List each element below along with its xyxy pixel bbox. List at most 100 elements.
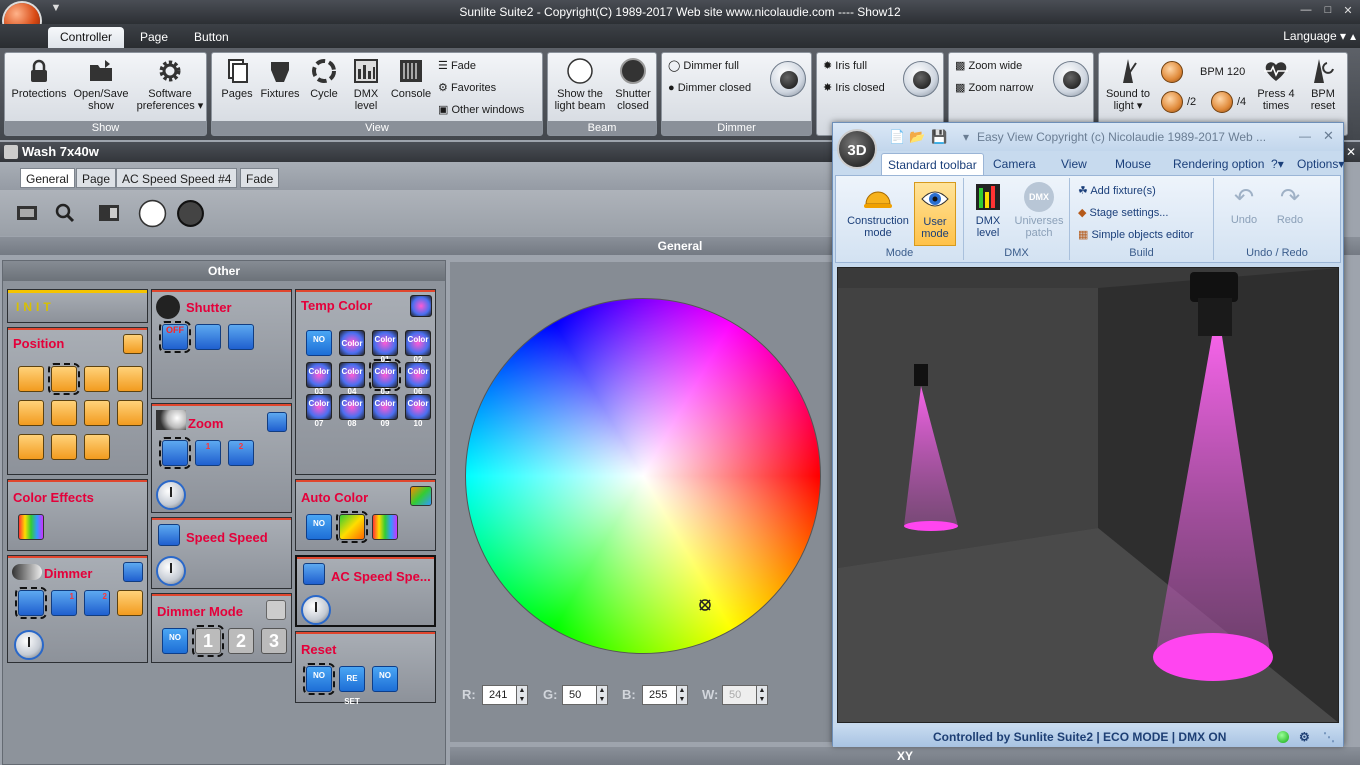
dimmer-mode-nofunc-icon[interactable]: NO (162, 628, 188, 654)
iris-closed-button[interactable]: ✸ Iris closed (823, 79, 885, 97)
color-07-icon[interactable]: Color 07 (306, 394, 332, 428)
color-02-icon[interactable]: Color 02 (405, 330, 431, 364)
universes-patch-button[interactable]: DMX Universes patch (1010, 182, 1068, 239)
bpm-reset-button[interactable]: BPM reset (1301, 57, 1345, 112)
color-04-icon[interactable]: Color 04 (339, 362, 365, 396)
close-icon[interactable]: ✕ (1338, 4, 1358, 17)
temp-color-nofunc-icon[interactable]: NO (306, 330, 332, 356)
pos-eight-icon[interactable] (51, 400, 77, 426)
language-menu[interactable]: Language ▾ (1283, 29, 1346, 43)
zoom-knob[interactable] (1053, 61, 1089, 97)
ev-qat-dropdown-icon[interactable]: ▾ (963, 130, 969, 144)
color-09-icon[interactable]: Color 09 (372, 394, 398, 428)
shutter-closed-button[interactable]: Shutter closed (610, 57, 656, 112)
dimmer-mode-2-icon[interactable]: 2 (228, 628, 254, 654)
ev-new-icon[interactable]: 📄 (889, 129, 905, 145)
position-move-icon[interactable] (123, 334, 143, 354)
ev-open-icon[interactable]: 📂 (909, 129, 925, 145)
pages-button[interactable]: Pages (216, 57, 258, 100)
pos-arrows-icon[interactable] (117, 400, 143, 426)
dimmer-preset-2-icon[interactable]: 2 (84, 590, 110, 616)
tab-fade[interactable]: Fade (240, 168, 280, 188)
dimmer-knob[interactable] (770, 61, 806, 97)
color-03-icon[interactable]: Color 03 (306, 362, 332, 396)
tab-controller[interactable]: Controller (48, 27, 125, 48)
close-beam-icon[interactable] (176, 199, 205, 228)
reset-nofunc-2-icon[interactable]: NO (372, 666, 398, 692)
ev-tab-help[interactable]: ?▾ (1265, 153, 1290, 175)
bpm-tap-button[interactable] (1161, 61, 1183, 83)
layout-icon[interactable] (96, 200, 122, 226)
reset-icon[interactable]: RE SET (339, 666, 365, 706)
ac-speed-dial[interactable] (301, 595, 331, 625)
auto-color-nofunc-icon[interactable]: NO (306, 514, 332, 540)
ev-dmx-level-button[interactable]: DMX level (968, 182, 1008, 239)
color-05-icon[interactable]: Color 05 (369, 359, 401, 396)
pos-wave-icon[interactable] (117, 366, 143, 392)
favorites-button[interactable]: ⚙ Favorites (438, 79, 496, 97)
show-beam-button[interactable]: Show the light beam (550, 57, 610, 112)
w-spin-button[interactable]: ▲ ▼ (756, 685, 768, 705)
pos-circle-icon[interactable] (18, 366, 44, 392)
color-06-icon[interactable]: Color 06 (405, 362, 431, 396)
zoom-narrow-button[interactable]: ▩ Zoom narrow (955, 79, 1033, 97)
other-windows-button[interactable]: ▣ Other windows (438, 101, 524, 119)
auto-color-forward-icon[interactable] (336, 511, 368, 543)
sound-to-light-button[interactable]: Sound to light ▾ (1101, 57, 1155, 112)
open-beam-icon[interactable] (138, 199, 167, 228)
dmx-level-button[interactable]: DMX level (346, 57, 386, 112)
color-08-icon[interactable]: Color 08 (339, 394, 365, 428)
tab-general[interactable]: General (20, 168, 75, 188)
color-10-icon[interactable]: Color 10 (405, 394, 431, 428)
stage-settings-button[interactable]: ◆ Stage settings... (1078, 202, 1168, 224)
search-icon[interactable] (52, 200, 78, 226)
ev-tab-camera[interactable]: Camera (987, 153, 1042, 175)
dimmer-strobe-icon[interactable] (117, 590, 143, 616)
cycle-button[interactable]: Cycle (304, 57, 344, 100)
dimmer-mode-icon[interactable] (123, 562, 143, 582)
ev-3d-logo[interactable]: 3D (837, 129, 877, 169)
construction-mode-button[interactable]: Construction mode (840, 182, 916, 239)
dimmer-preset-1-icon[interactable]: 1 (51, 590, 77, 616)
dimmer-mode-1-small-icon[interactable] (266, 600, 286, 620)
objects-editor-button[interactable]: ▦ Simple objects editor (1078, 224, 1194, 246)
fixture-view-icon[interactable] (14, 200, 40, 226)
color-01-icon[interactable]: Color 01 (372, 330, 398, 364)
pos-horizontal-icon[interactable] (84, 400, 110, 426)
color-effects-icon[interactable] (18, 514, 44, 540)
speed-dial[interactable] (156, 556, 186, 586)
shutter-cycle-icon[interactable] (228, 324, 254, 350)
pos-center-icon[interactable] (48, 363, 80, 395)
restore-icon[interactable]: □ (1318, 4, 1338, 16)
pos-updown-icon[interactable] (51, 434, 77, 460)
iris-knob[interactable] (903, 61, 939, 97)
fade-button[interactable]: ☰ Fade (438, 57, 476, 75)
shutter-off-icon[interactable]: OFF (159, 321, 191, 353)
dimmer-closed-button[interactable]: ● Dimmer closed (668, 79, 751, 97)
bpm-div4-button[interactable] (1211, 91, 1233, 113)
reset-nofunc-1-icon[interactable]: NO (303, 663, 335, 695)
pos-loop-icon[interactable] (84, 366, 110, 392)
pos-spiral-icon[interactable] (18, 400, 44, 426)
redo-button[interactable]: ↷ Redo (1272, 182, 1308, 226)
press4-button[interactable]: Press 4 times (1251, 57, 1301, 112)
zoom-mode-icon[interactable] (267, 412, 287, 432)
ev-tab-standard[interactable]: Standard toolbar (881, 153, 984, 175)
ev-tab-rendering[interactable]: Rendering option (1167, 153, 1270, 175)
3d-scene-viewport[interactable] (837, 267, 1339, 723)
dimmer-preset-icon[interactable] (15, 587, 47, 619)
user-mode-button[interactable]: User mode (914, 182, 956, 246)
undo-button[interactable]: ↶ Undo (1226, 182, 1262, 226)
ribbon-collapse-icon[interactable]: ▲ (1348, 32, 1358, 43)
tab-button[interactable]: Button (182, 27, 241, 48)
init-box[interactable]: INIT (7, 289, 148, 323)
zoom-wide-button[interactable]: ▩ Zoom wide (955, 57, 1022, 75)
open-save-button[interactable]: Open/Save show (71, 57, 131, 112)
dimmer-mode-3-icon[interactable]: 3 (261, 628, 287, 654)
zoom-preset-1-icon[interactable]: 1 (195, 440, 221, 466)
minimize-icon[interactable]: — (1296, 4, 1316, 16)
r-spin-button[interactable]: ▲ ▼ (516, 685, 528, 705)
ev-settings-icon[interactable]: ⚙ (1299, 727, 1310, 747)
bpm-div2-button[interactable] (1161, 91, 1183, 113)
tab-ac-speed[interactable]: AC Speed Speed #4 (116, 168, 238, 188)
